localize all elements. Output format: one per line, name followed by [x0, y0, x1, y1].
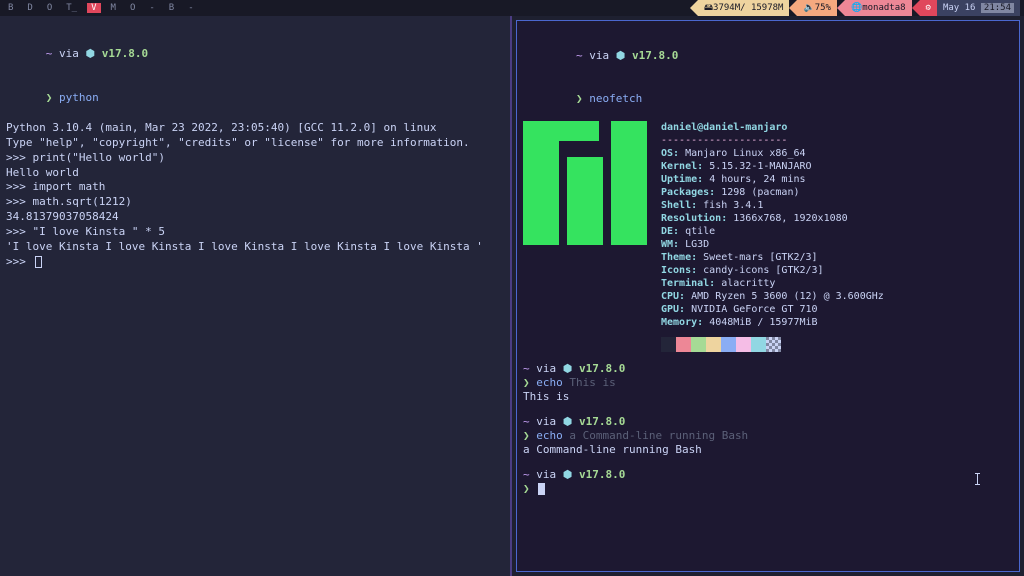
neofetch-row: Resolution: 1366x768, 1920x1080 [661, 212, 1013, 225]
color-swatch [736, 337, 751, 352]
prompt-context: ~ via ⬢ v17.8.0 [6, 32, 504, 77]
neofetch-row: Uptime: 4 hours, 24 mins [661, 173, 1013, 186]
color-swatch [766, 337, 781, 352]
neofetch-row: Theme: Sweet-mars [GTK2/3] [661, 251, 1013, 264]
neofetch-row: Kernel: 5.15.32-1-MANJARO [661, 160, 1013, 173]
text-cursor-beam [977, 473, 978, 485]
prompt-context: ~ via ⬢ v17.8.0 [523, 362, 1013, 376]
workspace-tag[interactable]: M [107, 3, 120, 13]
color-swatch [661, 337, 676, 352]
color-swatch [691, 337, 706, 352]
status-tray: 🖴 3794M/ 15978M 🔈 75% 🌐 monadta8 ⚙ May 1… [690, 0, 1020, 16]
terminal-right[interactable]: ~ via ⬢ v17.8.0 ❯ neofetch daniel@daniel… [516, 20, 1020, 572]
node-version: v17.8.0 [102, 47, 148, 60]
repl-line: 34.81379037058424 [6, 210, 504, 225]
echo-output: This is [523, 390, 1013, 404]
workspace-tag[interactable]: B [165, 3, 178, 13]
repl-line: >>> print("Hello world") [6, 151, 504, 166]
python-repl-output: Python 3.10.4 (main, Mar 23 2022, 23:05:… [6, 121, 504, 269]
repl-line: Python 3.10.4 (main, Mar 23 2022, 23:05:… [6, 121, 504, 136]
neofetch-row: Shell: fish 3.4.1 [661, 199, 1013, 212]
manjaro-logo [523, 121, 647, 245]
prompt-context: ~ via ⬢ v17.8.0 [523, 415, 1013, 429]
prompt-line[interactable]: ❯ [523, 482, 1013, 496]
prompt-line: ❯ echo This is [523, 376, 1013, 390]
neofetch-row: OS: Manjaro Linux x86_64 [661, 147, 1013, 160]
prompt-context: ~ via ⬢ v17.8.0 [523, 468, 1013, 482]
repl-line: >>> [6, 255, 504, 270]
command-neofetch: neofetch [589, 92, 642, 105]
neofetch-info: daniel@daniel-manjaro ------------------… [661, 121, 1013, 329]
cursor-outline [35, 256, 42, 268]
workspace-list: BDOT_VMO-B- [4, 3, 198, 13]
prompt-line: ❯ python [6, 77, 504, 122]
workspace-tag[interactable]: V [87, 3, 100, 13]
repl-line: >>> "I love Kinsta " * 5 [6, 225, 504, 240]
top-panel: BDOT_VMO-B- 🖴 3794M/ 15978M 🔈 75% 🌐 mona… [0, 0, 1024, 16]
clock-widget[interactable]: May 16 21:54 [937, 0, 1020, 16]
date-text: May 16 [943, 3, 976, 13]
neofetch-row: Memory: 4048MiB / 15977MiB [661, 316, 1013, 329]
neofetch-row: Terminal: alacritty [661, 277, 1013, 290]
memory-text: 3794M/ 15978M [713, 3, 783, 13]
repl-line: Type "help", "copyright", "credits" or "… [6, 136, 504, 151]
neofetch-row: CPU: AMD Ryzen 5 3600 (12) @ 3.600GHz [661, 290, 1013, 303]
workspace-tag[interactable]: - [145, 3, 158, 13]
workspace-tag[interactable]: T_ [62, 3, 81, 13]
desktop: ~ via ⬢ v17.8.0 ❯ python Python 3.10.4 (… [0, 16, 1024, 576]
color-swatches [661, 337, 1013, 352]
node-version: v17.8.0 [632, 49, 678, 62]
neofetch-row: Icons: candy-icons [GTK2/3] [661, 264, 1013, 277]
network-text: monadta8 [862, 3, 905, 13]
tray-icon[interactable]: ⚙ [920, 0, 937, 16]
neofetch-row: WM: LG3D [661, 238, 1013, 251]
prompt-context: ~ via ⬢ v17.8.0 [523, 35, 1013, 78]
color-swatch [721, 337, 736, 352]
echo-arg: This is [569, 376, 615, 389]
repl-line: >>> math.sqrt(1212) [6, 195, 504, 210]
volume-widget[interactable]: 🔈 75% [797, 0, 836, 16]
workspace-tag[interactable]: O [43, 3, 56, 13]
network-widget[interactable]: 🌐 monadta8 [845, 0, 912, 16]
repl-line: >>> import math [6, 180, 504, 195]
neofetch-row: GPU: NVIDIA GeForce GT 710 [661, 303, 1013, 316]
repl-line: Hello world [6, 166, 504, 181]
time-text: 21:54 [981, 3, 1014, 13]
prompt-line: ❯ echo a Command-line running Bash [523, 429, 1013, 443]
workspace-tag[interactable]: D [23, 3, 36, 13]
command-echo: echo [536, 376, 563, 389]
neofetch-row: Packages: 1298 (pacman) [661, 186, 1013, 199]
terminal-left[interactable]: ~ via ⬢ v17.8.0 ❯ python Python 3.10.4 (… [0, 16, 512, 576]
echo-arg: a Command-line running Bash [569, 429, 748, 442]
volume-text: 75% [815, 3, 831, 13]
color-swatch [676, 337, 691, 352]
hostname: daniel@daniel-manjaro [661, 121, 1013, 134]
color-swatch [751, 337, 766, 352]
memory-widget[interactable]: 🖴 3794M/ 15978M [698, 0, 790, 16]
cursor-block [538, 483, 545, 495]
workspace-tag[interactable]: B [4, 3, 17, 13]
separator: --------------------- [661, 134, 1013, 147]
neofetch-row: DE: qtile [661, 225, 1013, 238]
echo-output: a Command-line running Bash [523, 443, 1013, 457]
workspace-tag[interactable]: O [126, 3, 139, 13]
color-swatch [706, 337, 721, 352]
repl-line: 'I love Kinsta I love Kinsta I love Kins… [6, 240, 504, 255]
command-python: python [59, 91, 99, 104]
command-echo: echo [536, 429, 563, 442]
workspace-tag[interactable]: - [184, 3, 197, 13]
neofetch-output: daniel@daniel-manjaro ------------------… [523, 121, 1013, 329]
prompt-line: ❯ neofetch [523, 78, 1013, 121]
